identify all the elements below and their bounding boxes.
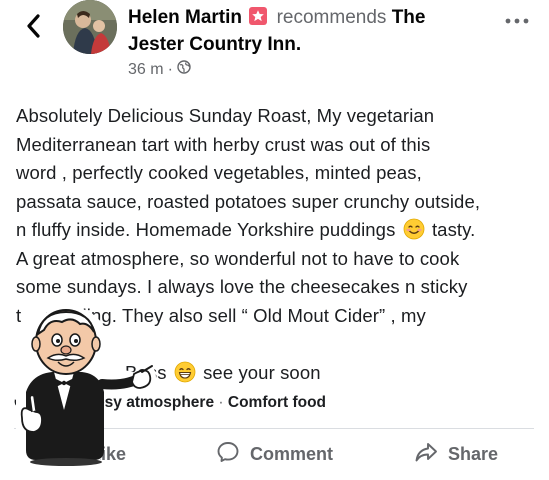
post-line: passata sauce, roasted potatoes super cr… — [16, 190, 481, 212]
share-label: Share — [448, 443, 499, 464]
post-title: Helen Martin recommends The Jester Count… — [128, 4, 498, 58]
timestamp[interactable]: 36 m — [128, 61, 164, 79]
globe-icon — [177, 60, 191, 79]
page-name-part-1[interactable]: The — [392, 7, 426, 28]
post-line: Mediterranean tart with herby crust was … — [16, 133, 431, 155]
author-name[interactable]: Helen Martin — [128, 7, 242, 28]
comment-label: Comment — [250, 443, 334, 464]
tag-separator: · — [218, 394, 224, 411]
recommends-text: recommends — [276, 7, 387, 28]
tag-comfort-food[interactable]: Comfort food — [228, 394, 326, 411]
more-options-icon[interactable] — [502, 14, 532, 28]
grinning-face-emoji-icon — [174, 361, 196, 383]
post-line-text: n fluffy inside. Homemade Yorkshire pudd… — [16, 219, 396, 240]
star-badge-icon — [249, 7, 268, 25]
page-name-part-2[interactable]: Jester Country Inn. — [128, 34, 301, 55]
share-icon — [414, 440, 438, 469]
comment-icon — [216, 440, 240, 469]
post-line: some sundays. I always love the cheeseca… — [16, 276, 468, 297]
share-button[interactable]: Share — [414, 438, 498, 470]
post-line: A great atmosphere, so wonderful not to … — [16, 247, 460, 269]
post-line-text: tasty. — [431, 219, 476, 240]
back-chevron-icon[interactable] — [22, 10, 46, 42]
post-line-text: see your soon — [203, 361, 321, 383]
post-line: word , perfectly cooked vegetables, mint… — [16, 162, 422, 183]
post-header: Helen Martin recommends The Jester Count… — [0, 0, 549, 90]
comment-button[interactable]: Comment — [216, 438, 333, 470]
meta-separator: · — [167, 60, 173, 78]
avatar[interactable] — [63, 0, 117, 54]
waiter-cartoon-sticker — [2, 300, 162, 468]
blushing-smile-emoji-icon — [403, 218, 425, 240]
post-line: n fluffy inside. Homemade Yorkshire pudd… — [16, 216, 536, 245]
post-line: Absolutely Delicious Sunday Roast, My ve… — [16, 105, 435, 126]
post-meta: 36 m · — [128, 60, 191, 79]
